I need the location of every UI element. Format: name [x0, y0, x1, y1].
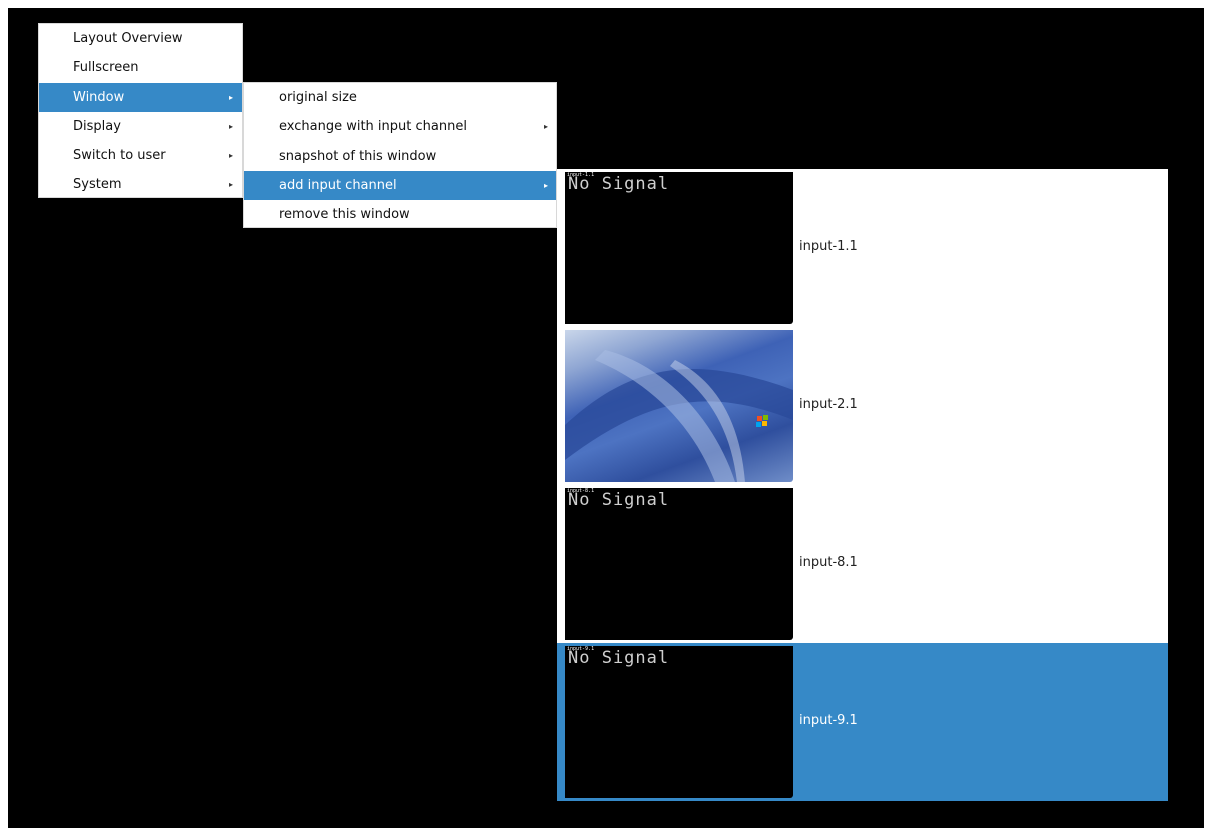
menu-item-original-size[interactable]: original size: [244, 83, 556, 112]
channel-item-input-2-1[interactable]: input-2.1: [557, 327, 1168, 485]
context-menu: Layout Overview Fullscreen Window ▸ Disp…: [38, 23, 243, 198]
menu-item-label: Window: [73, 89, 125, 105]
channel-thumbnail: input-9.1 No Signal: [565, 646, 793, 798]
menu-item-layout-overview[interactable]: Layout Overview: [39, 24, 242, 53]
channel-item-input-1-1[interactable]: input-1.1 No Signal input-1.1: [557, 169, 1168, 327]
channel-label: input-9.1: [799, 713, 858, 728]
menu-item-label: exchange with input channel: [279, 119, 467, 135]
menu-item-label: Fullscreen: [73, 60, 139, 76]
menu-item-label: original size: [279, 90, 357, 105]
menu-item-label: System: [73, 177, 122, 193]
menu-item-label: remove this window: [279, 207, 410, 223]
menu-item-remove-this-window[interactable]: remove this window: [244, 200, 556, 229]
channel-item-input-9-1[interactable]: input-9.1 No Signal input-9.1: [557, 643, 1168, 801]
menu-item-window[interactable]: Window ▸: [39, 82, 242, 112]
menu-item-label: snapshot of this window: [279, 148, 437, 164]
input-channel-list: input-1.1 No Signal input-1.1 input-2.1 …: [557, 169, 1168, 801]
no-signal-text: No Signal: [568, 174, 670, 194]
menu-item-fullscreen[interactable]: Fullscreen: [39, 53, 242, 82]
menu-item-label: Layout Overview: [73, 31, 183, 46]
submenu-arrow-icon: ▸: [229, 180, 234, 190]
submenu-arrow-icon: ▸: [544, 122, 549, 132]
channel-thumbnail: input-8.1 No Signal: [565, 488, 793, 640]
menu-item-exchange-with-input-channel[interactable]: exchange with input channel ▸: [244, 112, 556, 141]
submenu-arrow-icon: ▸: [229, 121, 234, 131]
channel-thumbnail: input-1.1 No Signal: [565, 172, 793, 324]
channel-item-input-8-1[interactable]: input-8.1 No Signal input-8.1: [557, 485, 1168, 643]
channel-label: input-1.1: [799, 239, 858, 254]
menu-item-label: Switch to user: [73, 148, 166, 164]
menu-item-add-input-channel[interactable]: add input channel ▸: [244, 170, 556, 201]
submenu-arrow-icon: ▸: [229, 151, 234, 161]
menu-item-snapshot-of-this-window[interactable]: snapshot of this window: [244, 142, 556, 171]
channel-label: input-2.1: [799, 397, 858, 412]
windows-xp-wallpaper-icon: [565, 330, 793, 482]
menu-item-display[interactable]: Display ▸: [39, 112, 242, 141]
menu-item-label: add input channel: [279, 177, 397, 193]
no-signal-text: No Signal: [568, 648, 670, 668]
menu-item-switch-to-user[interactable]: Switch to user ▸: [39, 141, 242, 170]
no-signal-text: No Signal: [568, 490, 670, 510]
submenu-arrow-icon: ▸: [229, 92, 234, 102]
window-submenu: original size exchange with input channe…: [243, 82, 557, 228]
channel-label: input-8.1: [799, 555, 858, 570]
menu-item-label: Display: [73, 118, 121, 134]
submenu-arrow-icon: ▸: [544, 180, 549, 190]
menu-item-system[interactable]: System ▸: [39, 170, 242, 199]
